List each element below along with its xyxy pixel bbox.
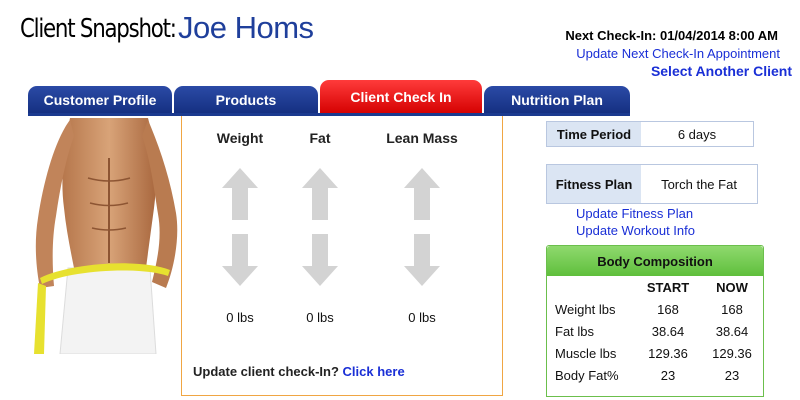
tab-nutrition-plan[interactable]: Nutrition Plan (484, 86, 630, 114)
table-row: Muscle lbs 129.36 129.36 (547, 342, 763, 364)
now-value: 38.64 (715, 323, 749, 339)
page-title-prefix: Client Snapshot: (20, 14, 177, 44)
fat-change-arrows-icon (302, 168, 338, 286)
select-client-link[interactable]: Select Another Client (651, 63, 792, 79)
metric-lean-mass-label: Lean Mass (386, 130, 458, 146)
start-value: 129.36 (648, 345, 688, 361)
metric-fat-label: Fat (309, 130, 331, 146)
start-value: 168 (657, 301, 679, 317)
column-header-now: NOW (716, 279, 748, 295)
update-checkin-link[interactable]: Click here (343, 364, 405, 379)
body-composition-panel: Body Composition START NOW Weight lbs 16… (546, 245, 764, 397)
table-header-empty (547, 276, 635, 298)
lean-mass-change-value: 0 lbs (408, 310, 436, 325)
tab-client-check-in[interactable]: Client Check In (320, 80, 482, 114)
start-value: 23 (660, 367, 676, 383)
table-row: Body Fat% 23 23 (547, 364, 763, 386)
lean-mass-change-arrows-icon (404, 168, 440, 286)
start-value: 38.64 (651, 323, 685, 339)
fitness-plan-box: Fitness Plan Torch the Fat (546, 164, 758, 204)
client-photo (30, 118, 182, 354)
table-row: Weight lbs 168 168 (547, 298, 763, 320)
now-value: 129.36 (712, 345, 752, 361)
body-composition-table: START NOW Weight lbs 168 168 Fat lbs 38.… (547, 276, 763, 386)
update-workout-info-link[interactable]: Update Workout Info (576, 223, 695, 238)
update-checkin-line: Update client check-In? Click here (193, 364, 405, 379)
tab-customer-profile[interactable]: Customer Profile (28, 86, 172, 114)
time-period-box: Time Period 6 days (546, 121, 754, 147)
tab-products[interactable]: Products (174, 86, 318, 114)
table-header-row: START NOW (547, 276, 763, 298)
row-label: Muscle lbs (555, 345, 617, 361)
column-header-start: START (646, 279, 690, 295)
row-label: Body Fat% (555, 367, 619, 383)
update-appointment-link[interactable]: Update Next Check-In Appointment (576, 46, 780, 61)
fitness-plan-value: Torch the Fat (661, 176, 737, 192)
now-value: 23 (724, 367, 740, 383)
update-fitness-plan-link[interactable]: Update Fitness Plan (576, 206, 693, 221)
time-period-value: 6 days (677, 126, 717, 142)
table-row: Fat lbs 38.64 38.64 (547, 320, 763, 342)
client-name: Joe Homs (178, 10, 314, 45)
weight-change-value: 0 lbs (226, 310, 254, 325)
row-label: Weight lbs (555, 301, 616, 317)
next-checkin-text: Next Check-In: 01/04/2014 8:00 AM (565, 28, 778, 43)
body-composition-title: Body Composition (547, 246, 763, 276)
fitness-plan-label: Fitness Plan (547, 165, 641, 203)
time-period-label: Time Period (547, 122, 641, 146)
fat-change-value: 0 lbs (306, 310, 334, 325)
update-checkin-prompt: Update client check-In? (193, 364, 339, 379)
row-label: Fat lbs (555, 323, 595, 339)
now-value: 168 (721, 301, 743, 317)
weight-change-arrows-icon (222, 168, 258, 286)
